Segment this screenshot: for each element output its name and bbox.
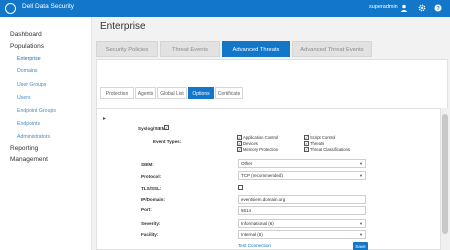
- event-script-control-checkbox[interactable]: ✓: [304, 135, 309, 140]
- sidebar-item-administrators[interactable]: Administrators: [17, 134, 50, 140]
- user-icon[interactable]: [399, 2, 409, 14]
- facility-select[interactable]: Internal (5) ▼: [238, 230, 366, 239]
- content-panel: Protection Agents Global List Options Ce…: [96, 59, 449, 250]
- severity-label: Severity:: [141, 221, 161, 226]
- save-button[interactable]: Save: [353, 242, 368, 250]
- primary-tabs: Security Policies Threat Events Advanced…: [96, 41, 372, 57]
- expand-icon[interactable]: ▸: [103, 115, 106, 122]
- sidebar-item-dashboard[interactable]: Dashboard: [10, 31, 42, 38]
- tab-threat-events[interactable]: Threat Events: [160, 41, 220, 57]
- event-threats-checkbox[interactable]: ✓: [304, 141, 309, 146]
- page-title: Enterprise: [100, 21, 146, 32]
- chevron-down-icon: ▼: [359, 221, 363, 226]
- syslog-label: Syslog/SIEM:: [138, 126, 168, 131]
- protocol-label: Protocol:: [141, 174, 162, 179]
- subtab-global-list[interactable]: Global List: [157, 87, 187, 99]
- syslog-checkbox[interactable]: ✓: [164, 125, 169, 130]
- event-threats-label: Threats: [310, 141, 325, 146]
- top-bar: Dell Data Security superadmin ?: [0, 0, 450, 17]
- sidebar-item-management[interactable]: Management: [10, 156, 48, 163]
- event-devices-label: Devices: [243, 141, 258, 146]
- event-types-label: Event Types:: [153, 139, 182, 144]
- scrollbar-thumb[interactable]: [442, 114, 448, 234]
- dell-logo-icon: [5, 3, 16, 14]
- severity-select[interactable]: Informational (6) ▼: [238, 219, 366, 228]
- siem-value: Other: [241, 161, 253, 166]
- port-label: Port:: [141, 207, 152, 212]
- event-application-control-checkbox[interactable]: ✓: [237, 135, 242, 140]
- facility-value: Internal (5): [241, 232, 263, 237]
- sidebar-item-endpoints[interactable]: Endpoints: [17, 121, 40, 127]
- sidebar-item-enterprise[interactable]: Enterprise: [17, 56, 41, 62]
- secondary-tabs: Protection Agents Global List Options Ce…: [100, 87, 243, 99]
- gear-icon[interactable]: [417, 2, 427, 14]
- event-application-control-label: Application Control: [243, 135, 279, 140]
- event-threat-classifications-label: Threat Classifications: [310, 147, 351, 152]
- subtab-agents[interactable]: Agents: [135, 87, 156, 99]
- event-memory-protection-checkbox[interactable]: ✓: [237, 147, 242, 152]
- facility-label: Facility:: [141, 232, 159, 237]
- event-threat-classifications-checkbox[interactable]: ✓: [304, 147, 309, 152]
- sidebar-item-domains[interactable]: Domains: [17, 68, 37, 74]
- port-input[interactable]: 5514: [238, 206, 366, 215]
- username-label[interactable]: superadmin: [369, 4, 398, 10]
- severity-value: Informational (6): [241, 221, 274, 226]
- tls-checkbox[interactable]: [238, 185, 243, 190]
- chevron-down-icon: ▼: [359, 232, 363, 237]
- test-connection-link[interactable]: Test Connection: [238, 243, 271, 248]
- event-script-control-label: Script Control: [310, 135, 336, 140]
- subtab-certificate[interactable]: Certificate: [215, 87, 243, 99]
- sidebar-item-user-groups[interactable]: User Groups: [17, 82, 46, 88]
- subtab-options[interactable]: Options: [188, 87, 214, 99]
- siem-select[interactable]: Other ▼: [238, 159, 366, 168]
- ip-domain-input[interactable]: eventsiem.domain.org: [238, 195, 366, 204]
- sidebar: Dashboard Populations Enterprise Domains…: [0, 17, 92, 250]
- protocol-select[interactable]: TCP (recommended) ▼: [238, 171, 366, 180]
- options-panel: ▸ Syslog/SIEM: ✓ Event Types: ✓ Applicat…: [97, 108, 440, 250]
- tls-label: TLS/SSL:: [141, 186, 162, 191]
- protocol-value: TCP (recommended): [241, 173, 283, 178]
- event-memory-protection-label: Memory Protection: [243, 147, 279, 152]
- scrollbar[interactable]: [440, 108, 449, 250]
- tab-advanced-threat-events[interactable]: Advanced Threat Events: [292, 41, 372, 57]
- app-title: Dell Data Security: [22, 3, 75, 10]
- chevron-down-icon: ▼: [359, 173, 363, 178]
- tab-security-policies[interactable]: Security Policies: [96, 41, 158, 57]
- event-devices-checkbox[interactable]: ✓: [237, 141, 242, 146]
- siem-label: SIEM:: [141, 162, 154, 167]
- chevron-down-icon: ▼: [359, 161, 363, 166]
- sidebar-item-users[interactable]: Users: [17, 95, 31, 101]
- help-icon[interactable]: ?: [433, 2, 443, 14]
- sidebar-item-populations[interactable]: Populations: [10, 43, 44, 50]
- subtab-protection[interactable]: Protection: [100, 87, 134, 99]
- ip-domain-label: IP/Domain:: [141, 197, 165, 202]
- sidebar-item-reporting[interactable]: Reporting: [10, 145, 38, 152]
- tab-advanced-threats[interactable]: Advanced Threats: [222, 41, 290, 57]
- main-area: Enterprise Security Policies Threat Even…: [92, 17, 450, 250]
- sidebar-item-endpoint-groups[interactable]: Endpoint Groups: [17, 108, 56, 114]
